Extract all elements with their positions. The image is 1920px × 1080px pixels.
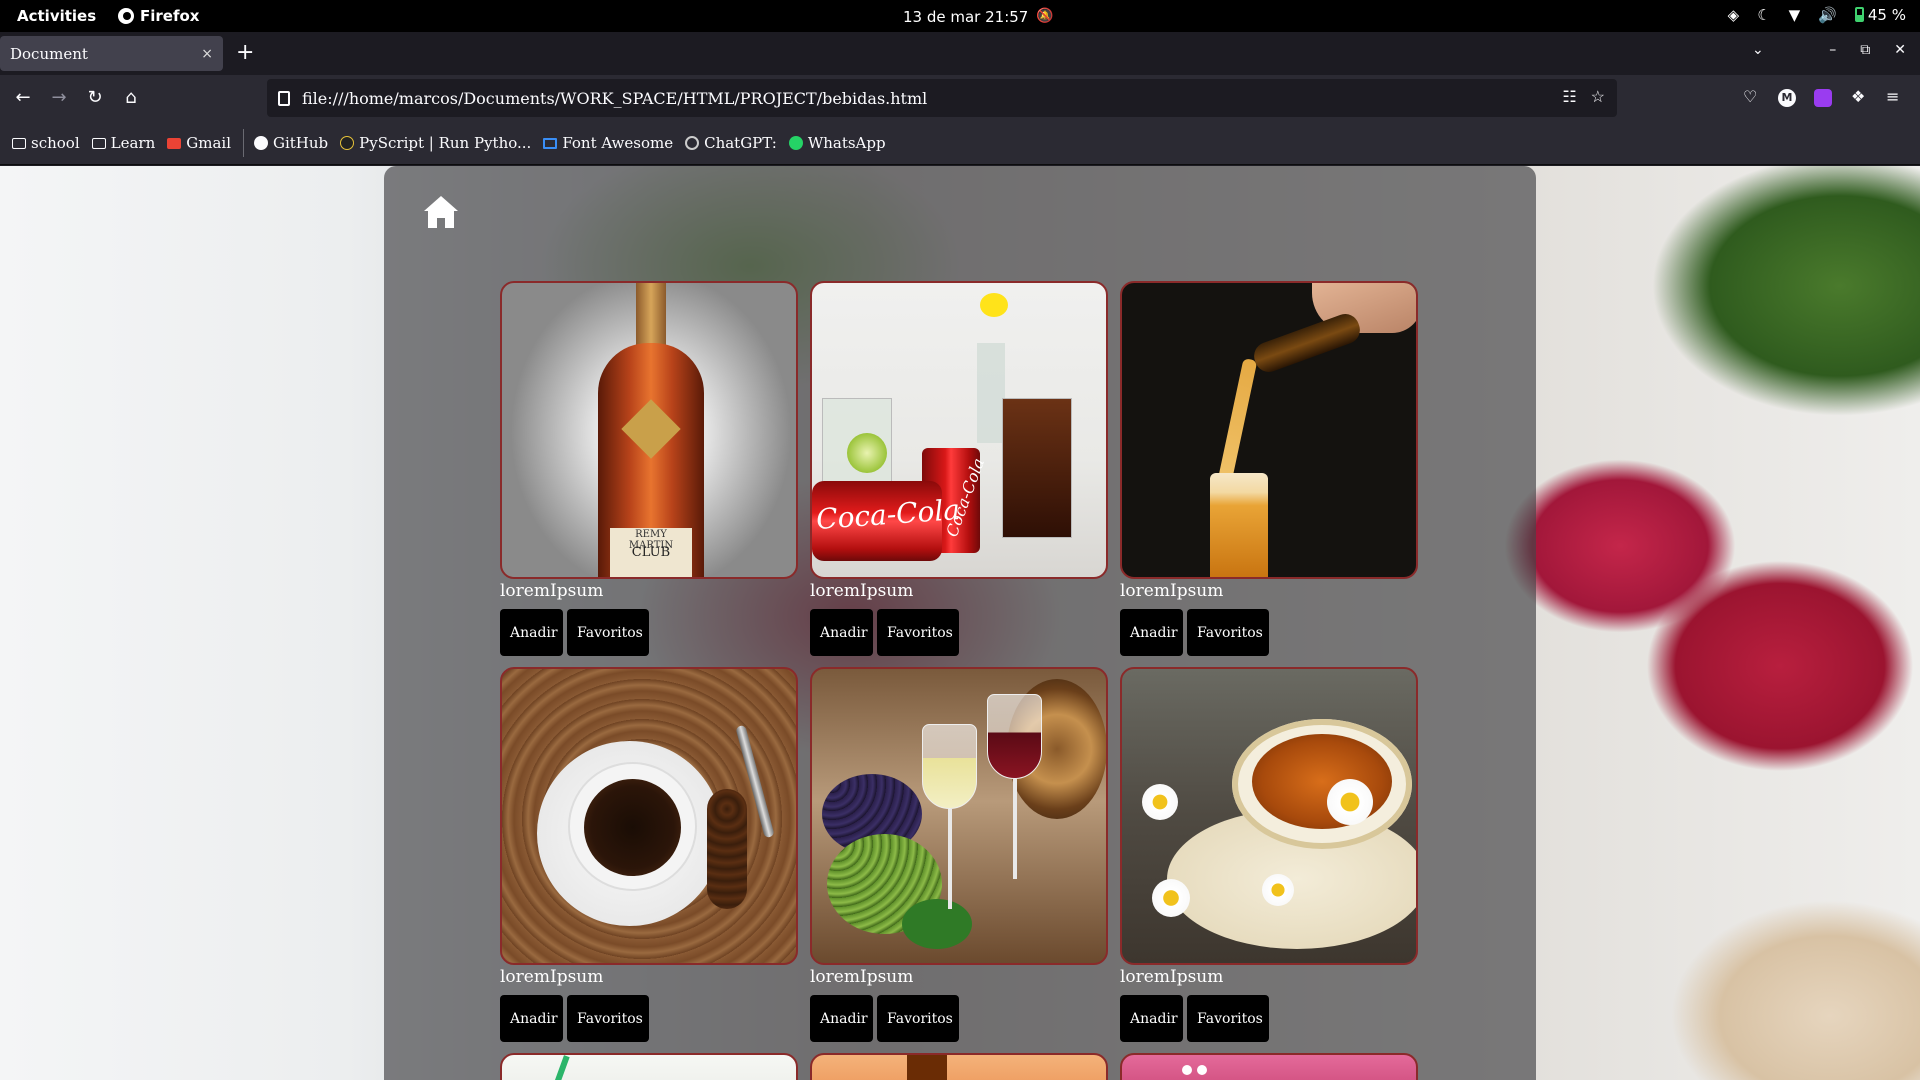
product-caption: loremIpsum xyxy=(1120,967,1224,987)
add-button[interactable]: Anadir xyxy=(500,995,563,1042)
chatgpt-icon xyxy=(685,136,700,150)
product-card: loremIpsum Anadir Favoritos xyxy=(1120,667,1418,1042)
gmail-icon xyxy=(167,137,182,149)
product-card-partial xyxy=(810,1053,1108,1080)
forward-icon[interactable]: → xyxy=(47,87,71,108)
folder-icon xyxy=(12,137,26,149)
favorites-button[interactable]: Favoritos xyxy=(1187,609,1269,656)
bookmark-pyscript[interactable]: PyScript | Run Pytho... xyxy=(340,134,531,152)
product-image-beer[interactable] xyxy=(1120,281,1418,579)
bookmark-school[interactable]: school xyxy=(12,134,80,152)
product-caption: loremIpsum xyxy=(500,581,604,601)
product-image-partial[interactable] xyxy=(500,1053,798,1080)
shield-icon: ◈ xyxy=(1727,6,1740,24)
bottle-label-club: CLUB xyxy=(631,545,671,560)
bookmark-whatsapp[interactable]: WhatsApp xyxy=(788,134,886,152)
folder-icon xyxy=(91,137,106,149)
volume-icon: 🔊 xyxy=(1818,6,1837,24)
night-light-icon: ☾ xyxy=(1757,6,1771,24)
product-image-wine[interactable] xyxy=(810,667,1108,965)
product-caption: loremIpsum xyxy=(810,581,914,601)
extension-purple-icon[interactable] xyxy=(1814,89,1832,107)
product-caption: loremIpsum xyxy=(810,967,914,987)
bookmark-font-awesome[interactable]: Font Awesome xyxy=(543,134,673,152)
page-icon xyxy=(278,90,290,106)
system-tray[interactable]: ◈ ☾ ▼ 🔊 45 % xyxy=(1728,6,1906,24)
home-icon[interactable] xyxy=(422,194,460,230)
system-top-bar: Activities Firefox 13 de mar 21:57 🔕 ◈ ☾… xyxy=(0,0,1920,32)
product-image-tea[interactable] xyxy=(1120,667,1418,965)
extensions-icon[interactable]: ❖ xyxy=(1851,87,1865,106)
battery-icon xyxy=(1854,7,1864,22)
product-card: Coca-Cola Coca-Cola loremIpsum Anadir Fa… xyxy=(810,281,1108,656)
product-card: loremIpsum Anadir Favoritos xyxy=(1120,281,1418,656)
product-card: loremIpsum Anadir Favoritos xyxy=(500,667,798,1042)
product-image-partial[interactable] xyxy=(810,1053,1108,1080)
battery-percent: 45 % xyxy=(1867,6,1906,24)
product-card: REMY MARTIN CLUB loremIpsum Anadir Favor… xyxy=(500,281,798,656)
favorites-button[interactable]: Favoritos xyxy=(1187,995,1269,1042)
tab-strip: Document × + ⌄ – ⧉ ✕ xyxy=(0,32,1920,75)
tab-document[interactable]: Document × xyxy=(0,36,223,71)
page-background: REMY MARTIN CLUB loremIpsum Anadir Favor… xyxy=(0,166,1920,1080)
minimize-icon[interactable]: – xyxy=(1829,42,1836,58)
account-avatar-icon[interactable]: M xyxy=(1778,89,1796,107)
favorites-button[interactable]: Favoritos xyxy=(877,609,959,656)
product-image-coca-cola[interactable]: Coca-Cola Coca-Cola xyxy=(810,281,1108,579)
close-tab-icon[interactable]: × xyxy=(201,46,213,62)
activities-button[interactable]: Activities xyxy=(17,7,96,25)
product-card-partial xyxy=(500,1053,798,1080)
add-button[interactable]: Anadir xyxy=(500,609,563,656)
product-card-partial xyxy=(1120,1053,1418,1080)
url-bar[interactable]: file:///home/marcos/Documents/WORK_SPACE… xyxy=(267,79,1617,117)
drinks-grid: REMY MARTIN CLUB loremIpsum Anadir Favor… xyxy=(500,281,1418,1080)
add-button[interactable]: Anadir xyxy=(1120,609,1183,656)
menu-hamburger-icon[interactable]: ≡ xyxy=(1886,87,1899,106)
clock[interactable]: 13 de mar 21:57 xyxy=(903,8,1028,26)
navigation-toolbar: ← → ↻ ⌂ file:///home/marcos/Documents/WO… xyxy=(0,75,1920,122)
add-button[interactable]: Anadir xyxy=(810,995,873,1042)
bookmark-separator xyxy=(243,129,244,157)
tab-title: Document xyxy=(10,44,88,63)
product-card: loremIpsum Anadir Favoritos xyxy=(810,667,1108,1042)
bookmark-learn[interactable]: Learn xyxy=(91,134,155,152)
content-panel: REMY MARTIN CLUB loremIpsum Anadir Favor… xyxy=(384,166,1536,1080)
close-window-icon[interactable]: ✕ xyxy=(1894,42,1906,58)
firefox-icon xyxy=(118,8,134,24)
reload-icon[interactable]: ↻ xyxy=(83,87,107,108)
bookmark-chatgpt[interactable]: ChatGPT: xyxy=(685,134,777,152)
bookmark-star-icon[interactable]: ☆ xyxy=(1591,87,1605,106)
new-tab-button[interactable]: + xyxy=(236,40,254,65)
restore-icon[interactable]: ⧉ xyxy=(1860,42,1870,58)
translate-icon[interactable]: ☷ xyxy=(1562,87,1576,106)
favorites-button[interactable]: Favoritos xyxy=(877,995,959,1042)
back-icon[interactable]: ← xyxy=(11,87,35,108)
bookmarks-toolbar: school Learn Gmail GitHub PyScript | Run… xyxy=(0,122,1920,165)
add-button[interactable]: Anadir xyxy=(810,609,873,656)
wifi-icon: ▼ xyxy=(1788,6,1801,24)
product-caption: loremIpsum xyxy=(500,967,604,987)
url-text[interactable]: file:///home/marcos/Documents/WORK_SPACE… xyxy=(302,89,927,108)
battery-indicator: 45 % xyxy=(1854,6,1906,24)
bookmark-gmail[interactable]: Gmail xyxy=(167,134,231,152)
bookmark-github[interactable]: GitHub xyxy=(254,134,328,152)
product-image-cognac[interactable]: REMY MARTIN CLUB xyxy=(500,281,798,579)
product-caption: loremIpsum xyxy=(1120,581,1224,601)
notifications-muted-icon: 🔕 xyxy=(1036,8,1054,24)
favorites-button[interactable]: Favoritos xyxy=(567,995,649,1042)
pyscript-icon xyxy=(340,136,355,150)
github-icon xyxy=(254,136,268,150)
pocket-icon[interactable]: ♡ xyxy=(1743,87,1757,106)
app-menu[interactable]: Firefox xyxy=(118,7,199,25)
favorites-button[interactable]: Favoritos xyxy=(567,609,649,656)
add-button[interactable]: Anadir xyxy=(1120,995,1183,1042)
app-name: Firefox xyxy=(140,7,200,25)
product-image-partial[interactable] xyxy=(1120,1053,1418,1080)
home-button-icon[interactable]: ⌂ xyxy=(119,87,143,108)
product-image-coffee[interactable] xyxy=(500,667,798,965)
whatsapp-icon xyxy=(788,136,803,150)
window-controls: – ⧉ ✕ xyxy=(1829,42,1906,58)
flag-icon xyxy=(543,137,558,149)
list-all-tabs-icon[interactable]: ⌄ xyxy=(1752,42,1764,58)
